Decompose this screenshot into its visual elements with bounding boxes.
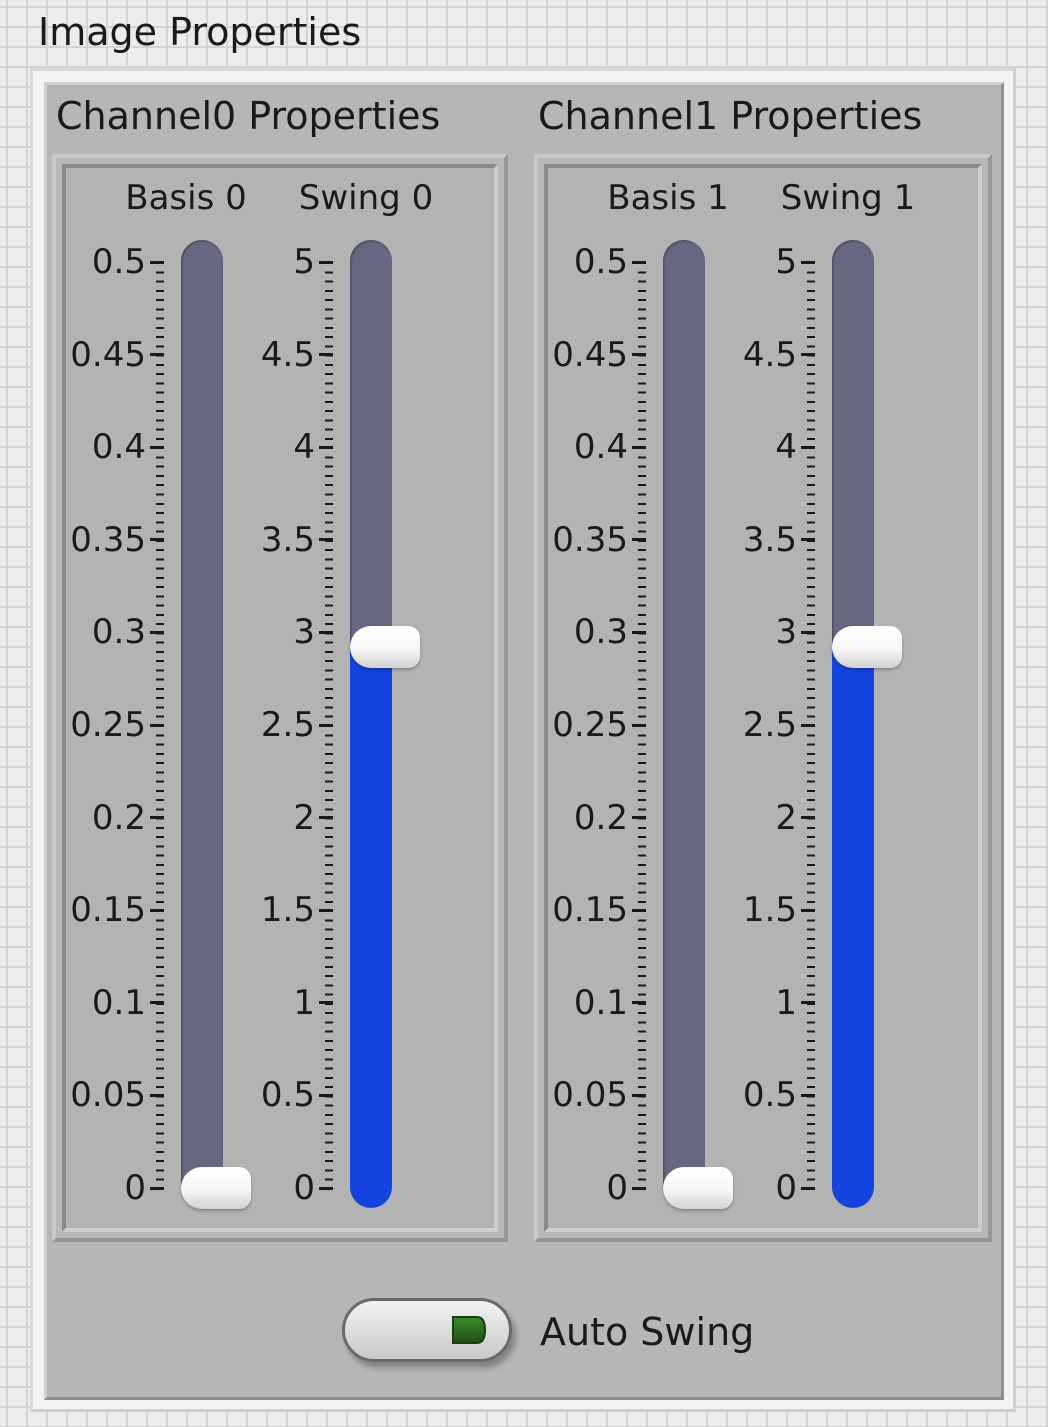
channel1-well xyxy=(544,164,982,1232)
tick-label: 0.4 xyxy=(573,427,628,468)
auto-swing-label: Auto Swing xyxy=(540,1310,755,1354)
slider-track[interactable] xyxy=(350,240,392,1208)
tick-label: 4.5 xyxy=(742,334,797,375)
tick-label: 3.5 xyxy=(742,519,797,560)
channel0-well xyxy=(62,164,498,1232)
tick-label: 3.5 xyxy=(260,519,315,560)
minor-ticks xyxy=(638,262,646,1188)
tick-label: 1.5 xyxy=(742,890,797,931)
tick-label: 0.4 xyxy=(91,427,146,468)
tick-label: 0.45 xyxy=(70,334,146,375)
tick-label: 0.3 xyxy=(91,612,146,653)
slider-fill xyxy=(350,647,392,1208)
tick-label: 2 xyxy=(775,797,797,838)
tick-label: 0.1 xyxy=(573,982,628,1023)
auto-swing-toggle[interactable] xyxy=(342,1298,512,1362)
tick-label: 4.5 xyxy=(260,334,315,375)
basis1-label: Basis 1 xyxy=(607,178,729,218)
tick-label: 0.25 xyxy=(552,705,628,745)
tick-label: 0.15 xyxy=(70,890,146,931)
basis0-label: Basis 0 xyxy=(125,178,247,218)
channel0-title: Channel0 Properties xyxy=(56,94,441,138)
tick-label: 0.45 xyxy=(552,334,628,375)
slider-fill xyxy=(832,647,874,1208)
tick-label: 0.5 xyxy=(260,1075,315,1116)
panel-title: Image Properties xyxy=(38,10,362,54)
tick-label: 0.05 xyxy=(552,1075,628,1116)
tick-label: 2.5 xyxy=(742,705,797,745)
tick-label: 3 xyxy=(293,612,315,653)
tick-label: 3 xyxy=(775,612,797,653)
minor-ticks xyxy=(807,262,815,1188)
channel1-title: Channel1 Properties xyxy=(538,94,923,138)
tick-label: 4 xyxy=(775,427,797,468)
tick-label: 1 xyxy=(775,982,797,1023)
tick-label: 0 xyxy=(606,1168,628,1208)
tick-label: 0.5 xyxy=(573,242,628,282)
tick-label: 0 xyxy=(293,1168,315,1208)
play-led-icon xyxy=(452,1316,487,1344)
tick-label: 0 xyxy=(124,1168,146,1208)
tick-label: 0.2 xyxy=(91,797,146,838)
tick-label: 0.3 xyxy=(573,612,628,653)
tick-label: 2.5 xyxy=(260,705,315,745)
tick-label: 1 xyxy=(293,982,315,1023)
slider-thumb[interactable] xyxy=(350,626,420,669)
tick-label: 0.2 xyxy=(573,797,628,838)
swing1-label: Swing 1 xyxy=(780,178,916,218)
tick-label: 0.15 xyxy=(552,890,628,931)
tick-label: 0.1 xyxy=(91,982,146,1023)
tick-label: 5 xyxy=(293,242,315,282)
slider-thumb[interactable] xyxy=(832,626,902,669)
slider-track[interactable] xyxy=(832,240,874,1208)
tick-label: 4 xyxy=(293,427,315,468)
tick-label: 2 xyxy=(293,797,315,838)
tick-label: 0.25 xyxy=(70,705,146,745)
minor-ticks xyxy=(156,262,164,1188)
tick-label: 0.5 xyxy=(91,242,146,282)
swing0-label: Swing 0 xyxy=(298,178,434,218)
tick-label: 5 xyxy=(775,242,797,282)
tick-label: 0.35 xyxy=(70,519,146,560)
tick-label: 0 xyxy=(775,1168,797,1208)
tick-label: 1.5 xyxy=(260,890,315,931)
tick-label: 0.5 xyxy=(742,1075,797,1116)
minor-ticks xyxy=(325,262,333,1188)
tick-label: 0.35 xyxy=(552,519,628,560)
tick-label: 0.05 xyxy=(70,1075,146,1116)
